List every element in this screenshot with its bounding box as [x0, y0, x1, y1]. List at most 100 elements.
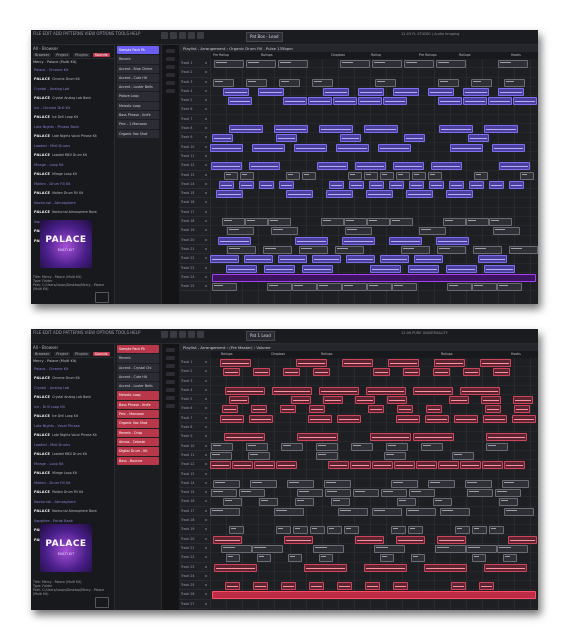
- pattern-clip[interactable]: [246, 442, 268, 451]
- pattern-clip[interactable]: [513, 396, 533, 405]
- pattern-clip[interactable]: [499, 498, 518, 507]
- pack-item[interactable]: PALACE Chrome Drum Kit: [31, 374, 114, 384]
- pattern-clip[interactable]: [509, 245, 538, 254]
- sounds-button[interactable]: Sounds: [92, 53, 110, 57]
- track-header[interactable]: Track 2: [179, 68, 209, 78]
- track-header[interactable]: Track 11: [179, 450, 209, 461]
- marker[interactable]: Rollups: [459, 53, 471, 57]
- pattern-clip[interactable]: [495, 489, 521, 498]
- pattern-clip[interactable]: [504, 507, 534, 516]
- pattern-clip[interactable]: [302, 171, 316, 180]
- track-header[interactable]: Track 1: [179, 59, 209, 69]
- track-header[interactable]: Track 13: [179, 469, 209, 479]
- marker[interactable]: Chopbox: [331, 53, 345, 57]
- pattern-clip[interactable]: [228, 97, 252, 106]
- marker[interactable]: Pre Rollup: [213, 53, 229, 57]
- pattern-clip[interactable]: [426, 405, 442, 414]
- track-header[interactable]: Track 20: [179, 534, 209, 544]
- track-lane[interactable]: [210, 236, 538, 245]
- play-icon[interactable]: [161, 32, 168, 39]
- step-toggle[interactable]: [165, 65, 175, 69]
- pattern-clip[interactable]: [393, 162, 424, 171]
- channel-button[interactable]: Accent - Cute Hit: [117, 73, 159, 83]
- pattern-clip[interactable]: [232, 461, 253, 470]
- pattern-clip[interactable]: [468, 134, 489, 143]
- pattern-clip[interactable]: [288, 554, 302, 563]
- pattern-clip[interactable]: [335, 245, 364, 254]
- pack-item[interactable]: PALACE Late Nights Vocal Phrase Kit: [31, 132, 114, 142]
- pattern-clip[interactable]: [319, 554, 333, 563]
- pattern-clip[interactable]: [370, 264, 401, 273]
- pattern-clip[interactable]: [338, 507, 368, 516]
- pattern-clip[interactable]: [488, 97, 512, 106]
- record-icon[interactable]: [179, 32, 186, 39]
- main-menu[interactable]: FILE EDIT ADD PATTERNS VIEW OPTIONS TOOL…: [33, 31, 140, 36]
- track-header[interactable]: Track 7: [179, 413, 209, 424]
- pattern-clip[interactable]: [380, 554, 394, 563]
- track-lane[interactable]: [210, 414, 538, 423]
- track-header[interactable]: Track 8: [179, 423, 209, 433]
- pattern-clip[interactable]: [271, 227, 298, 236]
- pattern-clip[interactable]: [364, 125, 398, 134]
- pattern-clip[interactable]: [333, 97, 357, 106]
- pattern-clip[interactable]: [499, 162, 530, 171]
- pattern-clip[interactable]: [520, 171, 534, 180]
- pattern-clip[interactable]: [452, 451, 474, 460]
- pack-folder[interactable]: Late Nights - Phrase Bank: [31, 122, 114, 132]
- track-lane[interactable]: [210, 479, 538, 488]
- arrangement-grid[interactable]: [210, 358, 538, 610]
- track-header[interactable]: Track 15: [179, 488, 209, 498]
- track-header[interactable]: Track 3: [179, 376, 209, 386]
- pattern-clip[interactable]: [308, 414, 332, 423]
- track-lane[interactable]: [210, 124, 538, 134]
- step-toggle[interactable]: [165, 372, 175, 376]
- track-lane[interactable]: [210, 432, 538, 442]
- pattern-clip[interactable]: [349, 180, 364, 189]
- step-toggle[interactable]: [165, 49, 175, 53]
- tempo-display[interactable]: [188, 32, 195, 39]
- track-header[interactable]: Track 6: [179, 404, 209, 414]
- pattern-clip[interactable]: [504, 461, 525, 470]
- track-header[interactable]: Track 16: [179, 497, 209, 507]
- channel-button[interactable]: Perc - Monsoon: [117, 410, 159, 419]
- pattern-clip[interactable]: [378, 143, 411, 152]
- pattern-clip[interactable]: [412, 171, 426, 180]
- pattern-clip[interactable]: [503, 554, 517, 563]
- pattern-clip[interactable]: [223, 498, 242, 507]
- marker[interactable]: Chopbox: [271, 352, 285, 356]
- pack-item[interactable]: PALACE Loaded MIDI Drum Kit: [31, 450, 114, 460]
- pattern-clip[interactable]: [392, 283, 417, 292]
- pattern-clip[interactable]: [391, 526, 406, 535]
- pattern-clip[interactable]: [492, 143, 525, 152]
- pattern-clip[interactable]: [493, 368, 510, 377]
- pattern-clip[interactable]: [482, 461, 503, 470]
- track-header[interactable]: Track 12: [179, 161, 209, 171]
- track-lane[interactable]: [210, 535, 538, 544]
- automation-clip[interactable]: [212, 273, 536, 282]
- channel-button[interactable]: Accent - Luster Bells: [117, 83, 159, 92]
- pattern-clip[interactable]: [439, 125, 473, 134]
- channel-button[interactable]: Reverb: [117, 55, 159, 64]
- track-lane[interactable]: [210, 189, 538, 199]
- pattern-clip[interactable]: [389, 180, 404, 189]
- pattern-clip[interactable]: [484, 125, 518, 134]
- track-header[interactable]: Track 23: [179, 263, 209, 273]
- channel-button[interactable]: Palace Loop: [117, 92, 159, 101]
- pattern-selector[interactable]: Pat Box - Lead: [246, 32, 283, 42]
- pattern-clip[interactable]: [210, 451, 232, 460]
- pattern-clip[interactable]: [327, 526, 342, 535]
- pattern-clip[interactable]: [396, 535, 425, 544]
- track-lane[interactable]: [210, 367, 538, 377]
- marker[interactable]: Pre Rollups: [419, 53, 437, 57]
- track-lane[interactable]: [210, 254, 538, 264]
- pattern-clip[interactable]: [372, 461, 393, 470]
- pattern-clip[interactable]: [216, 190, 243, 199]
- arrangement-grid[interactable]: [210, 59, 538, 304]
- track-header[interactable]: Track 19: [179, 226, 209, 236]
- marker[interactable]: Rollups: [261, 53, 273, 57]
- pattern-clip[interactable]: [210, 507, 240, 516]
- track-header[interactable]: Track 23: [179, 562, 209, 572]
- pattern-clip[interactable]: [364, 171, 378, 180]
- timeline-ruler[interactable]: Pre Rollup Rollups Chopbox Rollup Pre Ro…: [211, 52, 538, 59]
- track-header[interactable]: Track 10: [179, 142, 209, 152]
